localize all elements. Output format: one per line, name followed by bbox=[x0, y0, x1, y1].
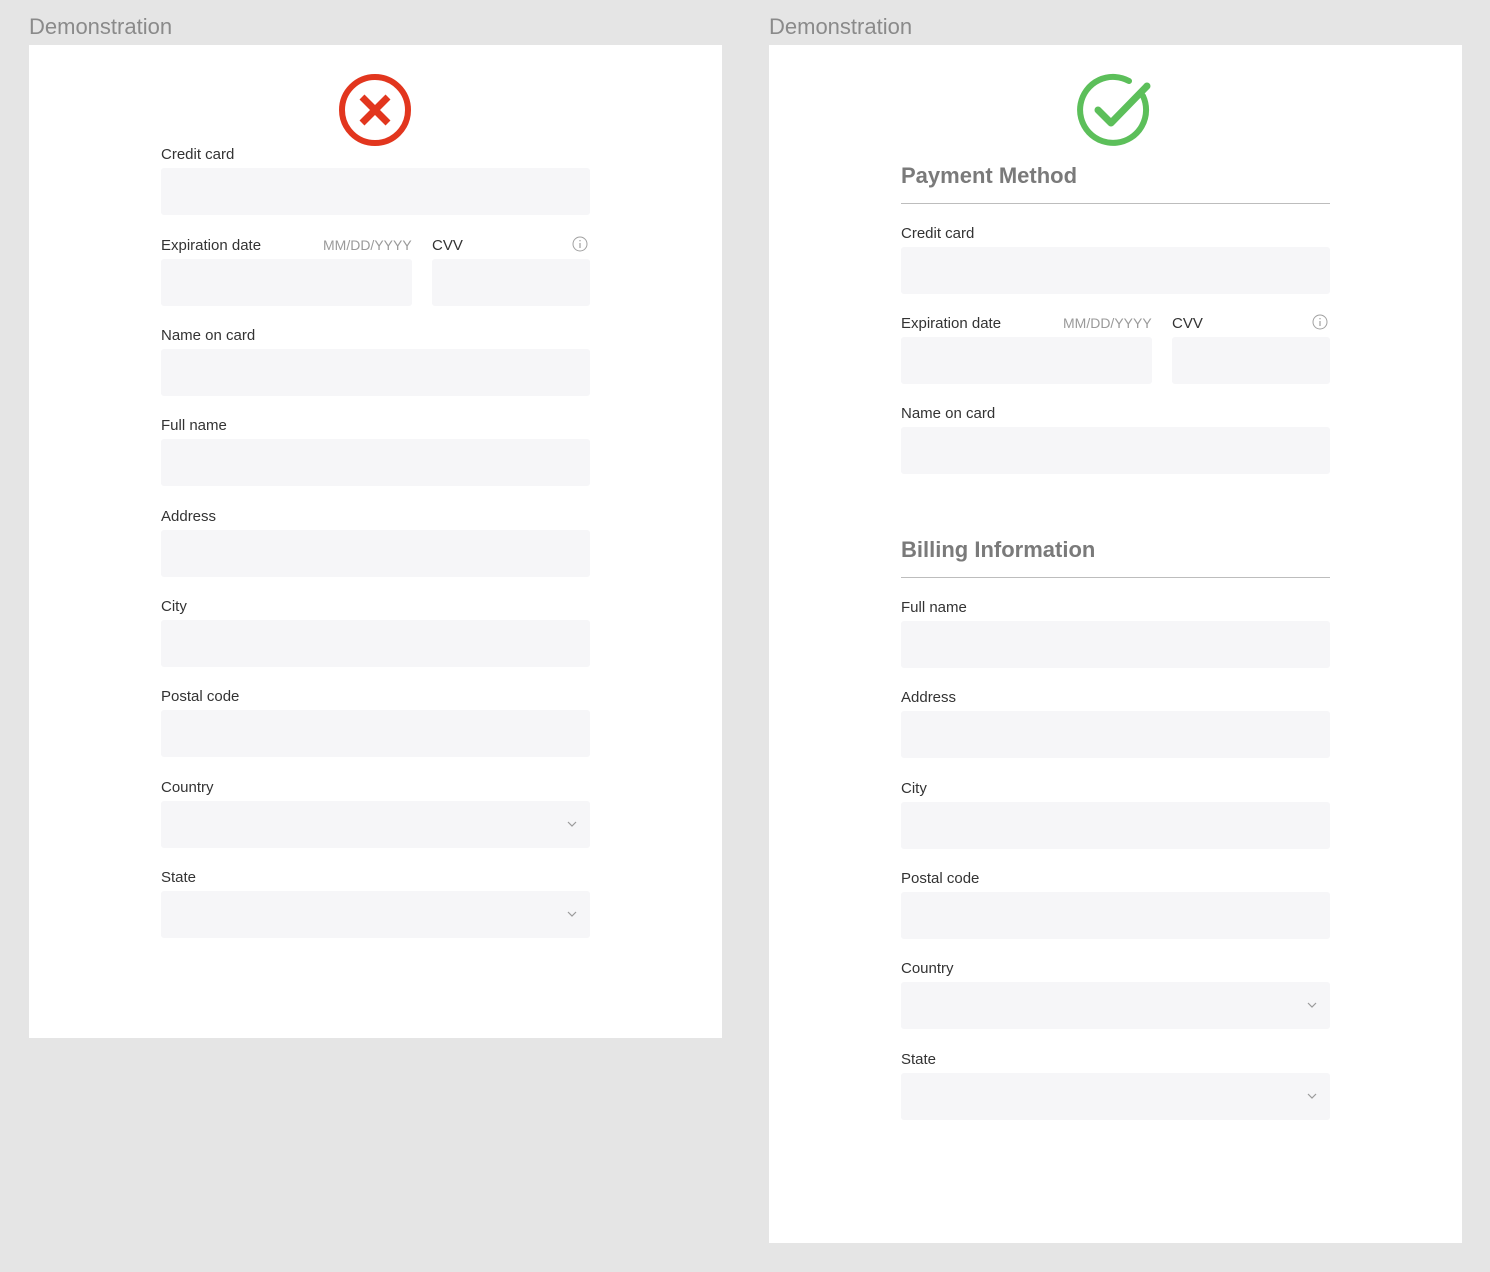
expiration-date-label: Expiration date bbox=[161, 237, 262, 254]
address-label: Address bbox=[901, 689, 957, 706]
full-name-input[interactable] bbox=[901, 621, 1330, 668]
credit-card-label: Credit card bbox=[901, 225, 975, 242]
name-on-card-input[interactable] bbox=[901, 427, 1330, 474]
error-x-circle-icon bbox=[339, 74, 411, 146]
state-select[interactable] bbox=[161, 891, 590, 938]
frame-title-right: Demonstration bbox=[769, 14, 913, 39]
state-label: State bbox=[161, 869, 197, 886]
country-select[interactable] bbox=[901, 982, 1330, 1029]
city-input[interactable] bbox=[901, 802, 1330, 849]
postal-code-label: Postal code bbox=[161, 688, 240, 705]
full-name-input[interactable] bbox=[161, 439, 590, 486]
expiration-date-label: Expiration date bbox=[901, 315, 1002, 332]
name-on-card-label: Name on card bbox=[901, 405, 996, 422]
country-select[interactable] bbox=[161, 801, 590, 848]
section-divider bbox=[901, 203, 1330, 204]
country-label: Country bbox=[901, 960, 954, 977]
full-name-label: Full name bbox=[901, 599, 967, 616]
info-icon[interactable] bbox=[1312, 314, 1328, 330]
credit-card-input[interactable] bbox=[901, 247, 1330, 294]
state-select[interactable] bbox=[901, 1073, 1330, 1120]
full-name-label: Full name bbox=[161, 417, 227, 434]
section-divider bbox=[901, 577, 1330, 578]
address-input[interactable] bbox=[901, 711, 1330, 758]
payment-method-heading: Payment Method bbox=[901, 163, 1078, 188]
state-label: State bbox=[901, 1051, 937, 1068]
country-label: Country bbox=[161, 779, 214, 796]
address-label: Address bbox=[161, 508, 217, 525]
chevron-down-icon bbox=[567, 821, 577, 827]
artboard-good-example: Payment Method Credit card Expiration da… bbox=[769, 45, 1462, 1243]
expiration-date-input[interactable] bbox=[161, 259, 412, 306]
expiration-date-hint: MM/DD/YYYY bbox=[1063, 315, 1152, 331]
address-input[interactable] bbox=[161, 530, 590, 577]
cvv-label: CVV bbox=[1172, 315, 1203, 332]
postal-code-input[interactable] bbox=[901, 892, 1330, 939]
cvv-label: CVV bbox=[432, 237, 463, 254]
artboard-bad-example: Credit card Expiration date MM/DD/YYYY C… bbox=[29, 45, 722, 1038]
postal-code-label: Postal code bbox=[901, 870, 980, 887]
city-label: City bbox=[161, 598, 187, 615]
info-icon[interactable] bbox=[572, 236, 588, 252]
credit-card-input[interactable] bbox=[161, 168, 590, 215]
expiration-date-input[interactable] bbox=[901, 337, 1152, 384]
cvv-input[interactable] bbox=[432, 259, 590, 306]
city-label: City bbox=[901, 780, 927, 797]
chevron-down-icon bbox=[567, 911, 577, 917]
cvv-input[interactable] bbox=[1172, 337, 1330, 384]
chevron-down-icon bbox=[1307, 1093, 1317, 1099]
chevron-down-icon bbox=[1307, 1002, 1317, 1008]
name-on-card-input[interactable] bbox=[161, 349, 590, 396]
billing-information-heading: Billing Information bbox=[901, 537, 1096, 562]
success-check-circle-icon bbox=[1077, 73, 1151, 146]
frame-title-left: Demonstration bbox=[29, 14, 173, 39]
postal-code-input[interactable] bbox=[161, 710, 590, 757]
expiration-date-hint: MM/DD/YYYY bbox=[323, 237, 412, 253]
city-input[interactable] bbox=[161, 620, 590, 667]
credit-card-label: Credit card bbox=[161, 146, 235, 163]
name-on-card-label: Name on card bbox=[161, 327, 256, 344]
